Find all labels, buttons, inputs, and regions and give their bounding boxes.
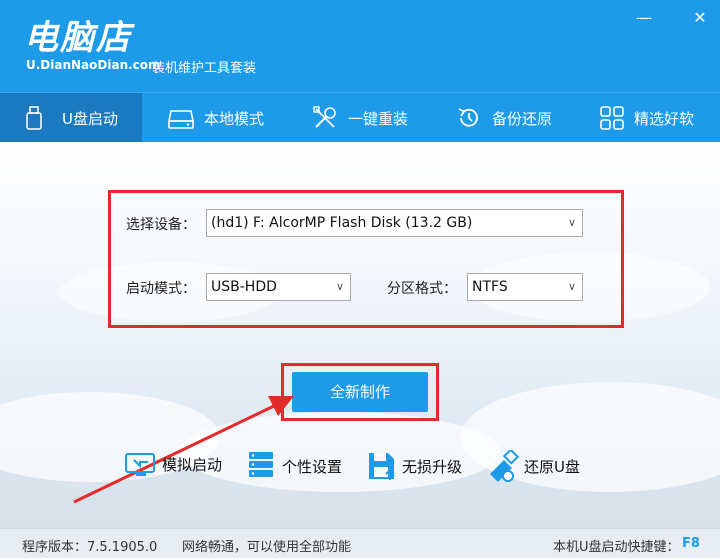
tab-local-mode[interactable]: 本地模式 xyxy=(168,93,298,143)
minimize-button[interactable]: — xyxy=(634,8,654,28)
logo-title: 电脑店 xyxy=(24,18,132,58)
hard-disk-icon xyxy=(168,110,194,129)
tool-label: 无损升级 xyxy=(402,457,463,476)
restore-usb-icon xyxy=(490,450,520,482)
simulate-boot-icon xyxy=(125,453,155,476)
usb-drive-icon xyxy=(26,106,42,130)
server-settings-icon xyxy=(249,452,273,477)
restore-icon xyxy=(458,108,478,127)
logo-url: U.DianNaoDian.com xyxy=(26,58,161,72)
tab-usb-boot[interactable]: U盘启动 xyxy=(0,93,142,143)
tab-label: 备份还原 xyxy=(492,109,553,128)
app-header: 电脑店 U.DianNaoDian.com 装机维护工具套装 — ✕ xyxy=(0,0,720,92)
upgrade-icon xyxy=(369,453,395,480)
version-text: 程序版本：7.5.1905.0 xyxy=(22,540,158,555)
restore-usb-button[interactable]: 还原U盘 xyxy=(486,450,580,482)
tab-label: 精选好软 xyxy=(634,109,695,128)
tool-label: 个性设置 xyxy=(282,457,343,476)
main-panel: 选择设备： (hd1) F: AlcorMP Flash Disk (13.2 … xyxy=(0,142,720,528)
tab-label: U盘启动 xyxy=(62,109,118,128)
hotkey-label: 本机U盘启动快捷键： xyxy=(553,540,680,555)
tools-icon xyxy=(313,106,336,128)
tool-label: 模拟启动 xyxy=(162,455,223,474)
lossless-upgrade-button[interactable]: 无损升级 xyxy=(366,450,462,482)
hotkey-value: F8 xyxy=(682,536,700,551)
tab-label: 本地模式 xyxy=(204,109,265,128)
personal-settings-button[interactable]: 个性设置 xyxy=(246,450,342,482)
tab-selected-software[interactable]: 精选好软 xyxy=(600,93,720,143)
close-button[interactable]: ✕ xyxy=(690,8,710,28)
tab-label: 一键重装 xyxy=(348,109,409,128)
network-status-text: 网络畅通，可以使用全部功能 xyxy=(182,540,352,555)
annotation-arrow-icon xyxy=(73,396,294,504)
status-bar: 程序版本：7.5.1905.0 网络畅通，可以使用全部功能 本机U盘启动快捷键：… xyxy=(0,528,720,558)
tab-one-click-reinstall[interactable]: 一键重装 xyxy=(312,93,432,143)
app-slogan: 装机维护工具套装 xyxy=(152,61,257,76)
main-nav: U盘启动 本地模式 一键重装 备份还原 精选好软 xyxy=(0,92,720,143)
tool-label: 还原U盘 xyxy=(524,457,580,476)
simulate-boot-button[interactable]: 模拟启动 xyxy=(124,450,222,478)
apps-grid-icon xyxy=(600,106,624,130)
tab-backup-restore[interactable]: 备份还原 xyxy=(456,93,576,143)
